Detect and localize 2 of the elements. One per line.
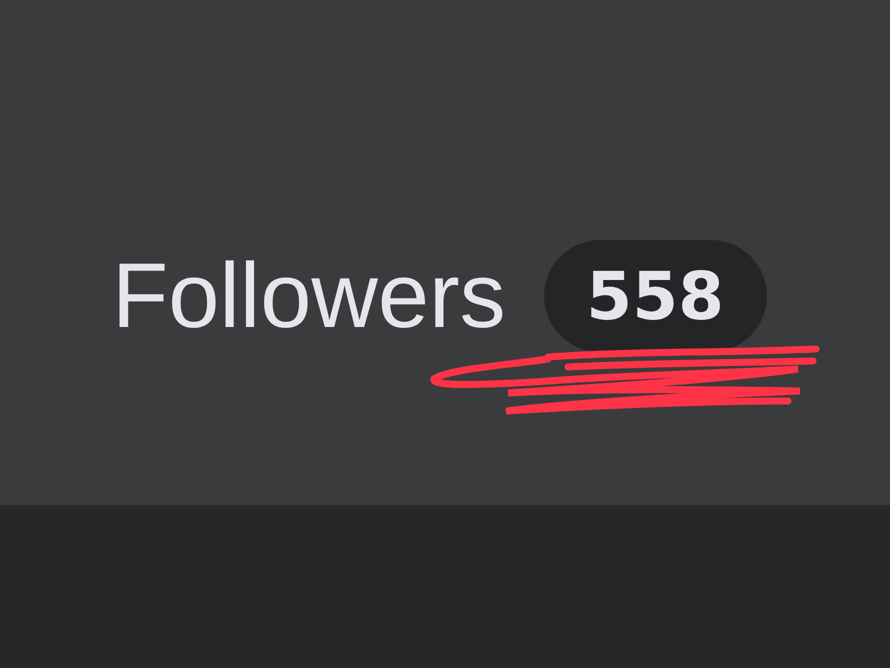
follower-count: 558 [544,240,767,352]
followers-label: Followers [112,244,506,349]
